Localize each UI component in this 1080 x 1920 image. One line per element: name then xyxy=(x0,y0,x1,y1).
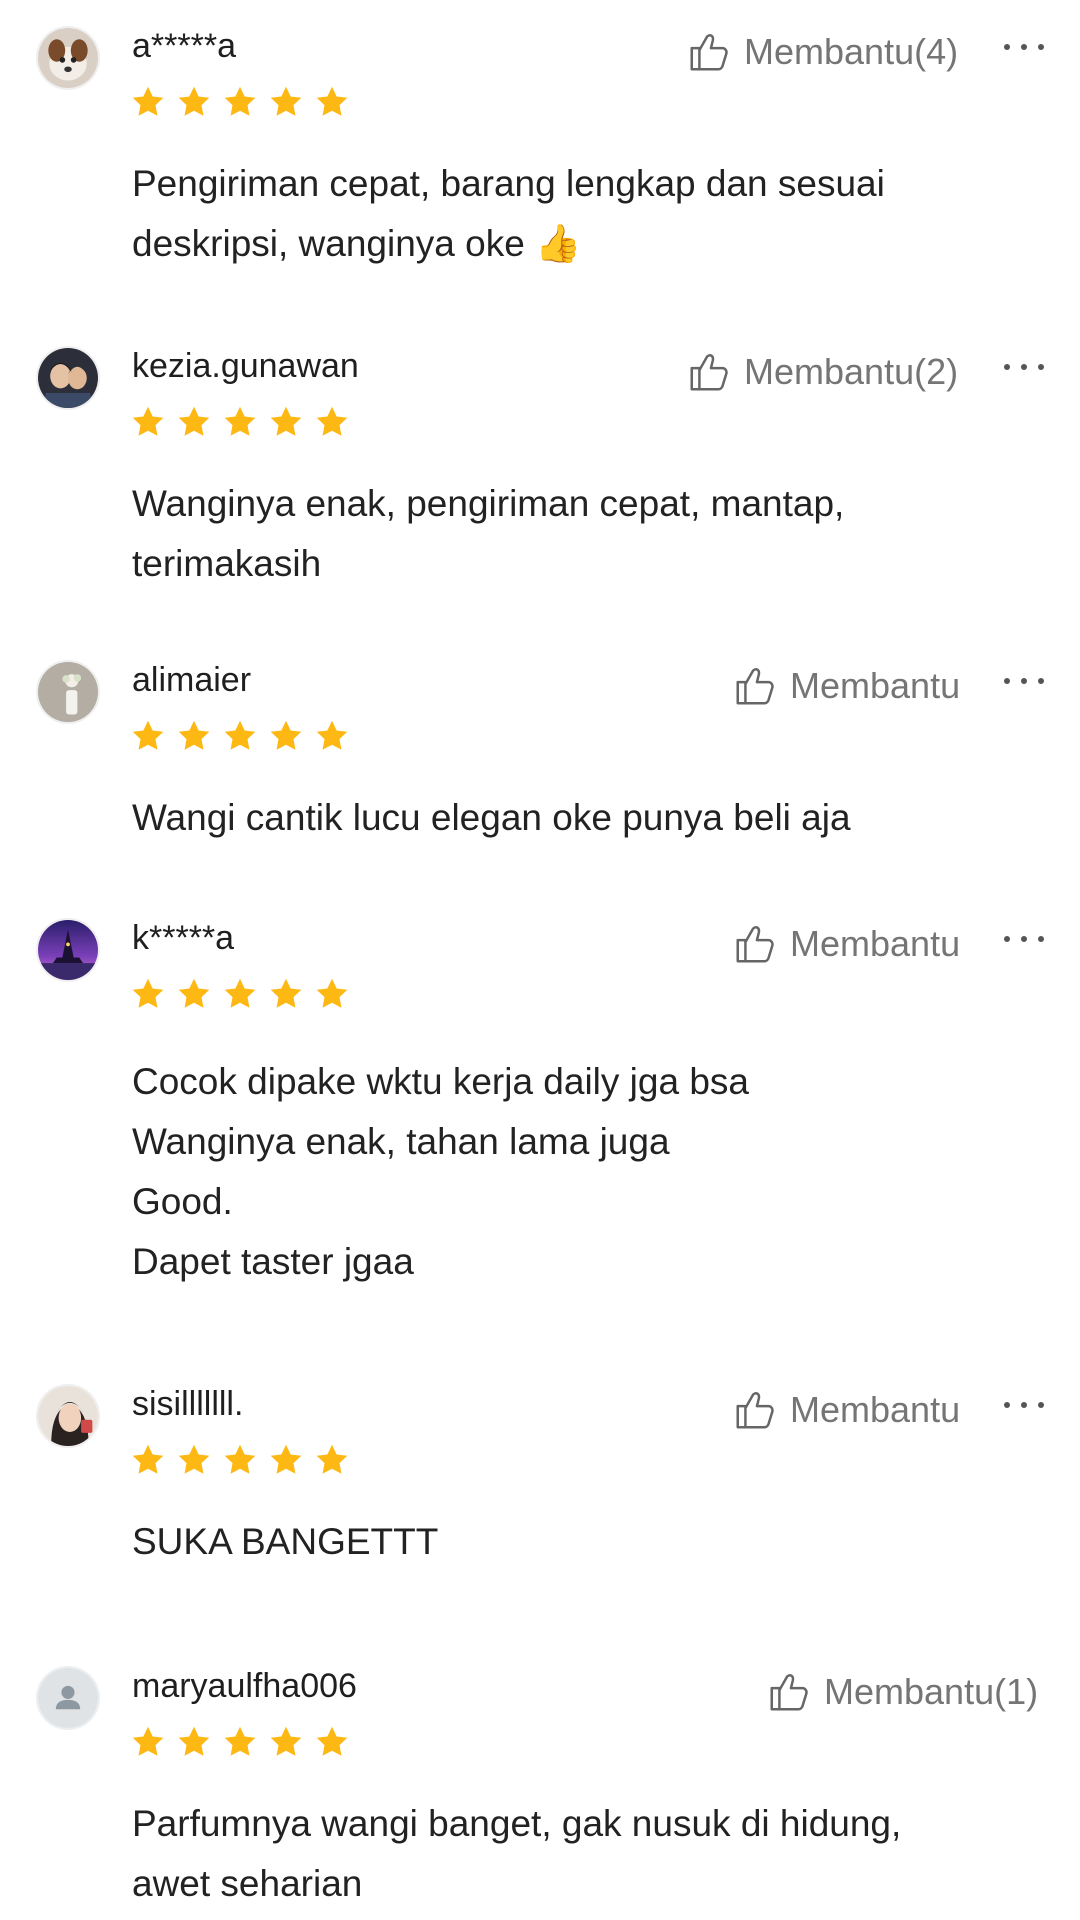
review-comment: Parfumnya wangi banget, gak nusuk di hid… xyxy=(132,1794,1032,1914)
review-username: alimaier xyxy=(132,661,252,699)
star-icon xyxy=(224,86,256,116)
helpful-button[interactable]: Membantu(2) xyxy=(686,348,958,396)
helpful-label: Membantu xyxy=(790,923,961,964)
avatar[interactable] xyxy=(36,1666,100,1730)
review-username: a*****a xyxy=(132,27,236,65)
comment-line: terimakasih xyxy=(132,543,322,584)
star-icon xyxy=(132,1726,164,1756)
comment-line: Wangi cantik lucu elegan oke punya beli … xyxy=(132,797,851,838)
thumbs-up-icon xyxy=(766,1669,812,1715)
comment-line: deskripsi, wanginya oke 👍 xyxy=(132,223,582,264)
star-icon xyxy=(270,86,302,116)
star-icon xyxy=(316,1444,348,1474)
thumbs-up-icon xyxy=(732,1387,778,1433)
helpful-button[interactable]: Membantu xyxy=(732,920,960,968)
star-icon xyxy=(316,1726,348,1756)
thumbs-up-icon xyxy=(686,29,732,75)
helpful-label: Membantu(2) xyxy=(744,351,959,392)
avatar[interactable] xyxy=(36,918,100,982)
helpful-button[interactable]: Membantu xyxy=(732,662,960,710)
thumbs-up-icon xyxy=(732,663,778,709)
star-rating xyxy=(130,718,350,754)
person-photo-avatar-icon xyxy=(38,348,98,408)
comment-line: Wanginya enak, pengiriman cepat, mantap, xyxy=(132,483,845,524)
helpful-label: Membantu xyxy=(790,665,961,706)
helpful-label: Membantu(1) xyxy=(824,1671,1039,1712)
star-icon xyxy=(316,978,348,1008)
review-list: a*****a Membantu(4) Pengiriman cepat, ba… xyxy=(0,0,1080,1920)
more-options-icon[interactable] xyxy=(1004,1390,1044,1420)
star-rating xyxy=(130,1442,350,1478)
star-icon xyxy=(224,978,256,1008)
star-icon xyxy=(224,406,256,436)
helpful-button[interactable]: Membantu(4) xyxy=(686,28,958,76)
star-icon xyxy=(270,406,302,436)
review-username: kezia.gunawan xyxy=(132,347,359,385)
star-icon xyxy=(316,86,348,116)
star-icon xyxy=(270,1444,302,1474)
thumbs-up-icon xyxy=(732,921,778,967)
star-icon xyxy=(178,86,210,116)
star-icon xyxy=(132,720,164,750)
thumbs-up-icon xyxy=(686,349,732,395)
person-photo-avatar-icon xyxy=(38,1386,98,1446)
comment-line: Wanginya enak, tahan lama juga xyxy=(132,1121,670,1162)
star-icon xyxy=(178,978,210,1008)
star-icon xyxy=(270,720,302,750)
star-icon xyxy=(178,1444,210,1474)
review-comment: Cocok dipake wktu kerja daily jga bsa Wa… xyxy=(132,1052,1032,1292)
comment-line: awet seharian xyxy=(132,1863,363,1904)
review-username: maryaulfha006 xyxy=(132,1667,357,1705)
star-icon xyxy=(270,978,302,1008)
star-icon xyxy=(132,978,164,1008)
star-rating xyxy=(130,404,350,440)
star-icon xyxy=(316,406,348,436)
more-options-icon[interactable] xyxy=(1004,352,1044,382)
comment-line: Dapet taster jgaa xyxy=(132,1241,414,1282)
tower-night-photo-avatar-icon xyxy=(38,920,98,980)
star-icon xyxy=(132,86,164,116)
more-options-icon[interactable] xyxy=(1004,32,1044,62)
helpful-label: Membantu xyxy=(790,1389,961,1430)
star-icon xyxy=(178,1726,210,1756)
review-comment: SUKA BANGETTT xyxy=(132,1512,1032,1572)
comment-line: Pengiriman cepat, barang lengkap dan ses… xyxy=(132,163,885,204)
avatar[interactable] xyxy=(36,660,100,724)
star-icon xyxy=(178,406,210,436)
dog-photo-avatar-icon xyxy=(38,28,98,88)
review-username: k*****a xyxy=(132,919,235,957)
star-icon xyxy=(224,1726,256,1756)
avatar[interactable] xyxy=(36,1384,100,1448)
helpful-label: Membantu(4) xyxy=(744,31,959,72)
star-rating xyxy=(130,1724,350,1760)
review-username: sisilllllll. xyxy=(132,1385,244,1423)
star-icon xyxy=(224,1444,256,1474)
star-icon xyxy=(178,720,210,750)
star-icon xyxy=(132,406,164,436)
star-icon xyxy=(270,1726,302,1756)
star-icon xyxy=(316,720,348,750)
default-user-icon xyxy=(38,1668,98,1728)
more-options-icon[interactable] xyxy=(1004,924,1044,954)
helpful-button[interactable]: Membantu xyxy=(732,1386,960,1434)
more-options-icon[interactable] xyxy=(1004,666,1044,696)
star-icon xyxy=(132,1444,164,1474)
comment-line: Parfumnya wangi banget, gak nusuk di hid… xyxy=(132,1803,902,1844)
star-rating xyxy=(130,976,350,1012)
comment-line: Good. xyxy=(132,1181,233,1222)
flower-photo-avatar-icon xyxy=(38,662,98,722)
avatar[interactable] xyxy=(36,26,100,90)
comment-line: SUKA BANGETTT xyxy=(132,1521,439,1562)
review-comment: Wanginya enak, pengiriman cepat, mantap,… xyxy=(132,474,1032,594)
helpful-button[interactable]: Membantu(1) xyxy=(766,1668,1038,1716)
avatar[interactable] xyxy=(36,346,100,410)
review-comment: Wangi cantik lucu elegan oke punya beli … xyxy=(132,788,1032,848)
star-rating xyxy=(130,84,350,120)
comment-line: Cocok dipake wktu kerja daily jga bsa xyxy=(132,1061,749,1102)
review-comment: Pengiriman cepat, barang lengkap dan ses… xyxy=(132,154,1032,274)
star-icon xyxy=(224,720,256,750)
